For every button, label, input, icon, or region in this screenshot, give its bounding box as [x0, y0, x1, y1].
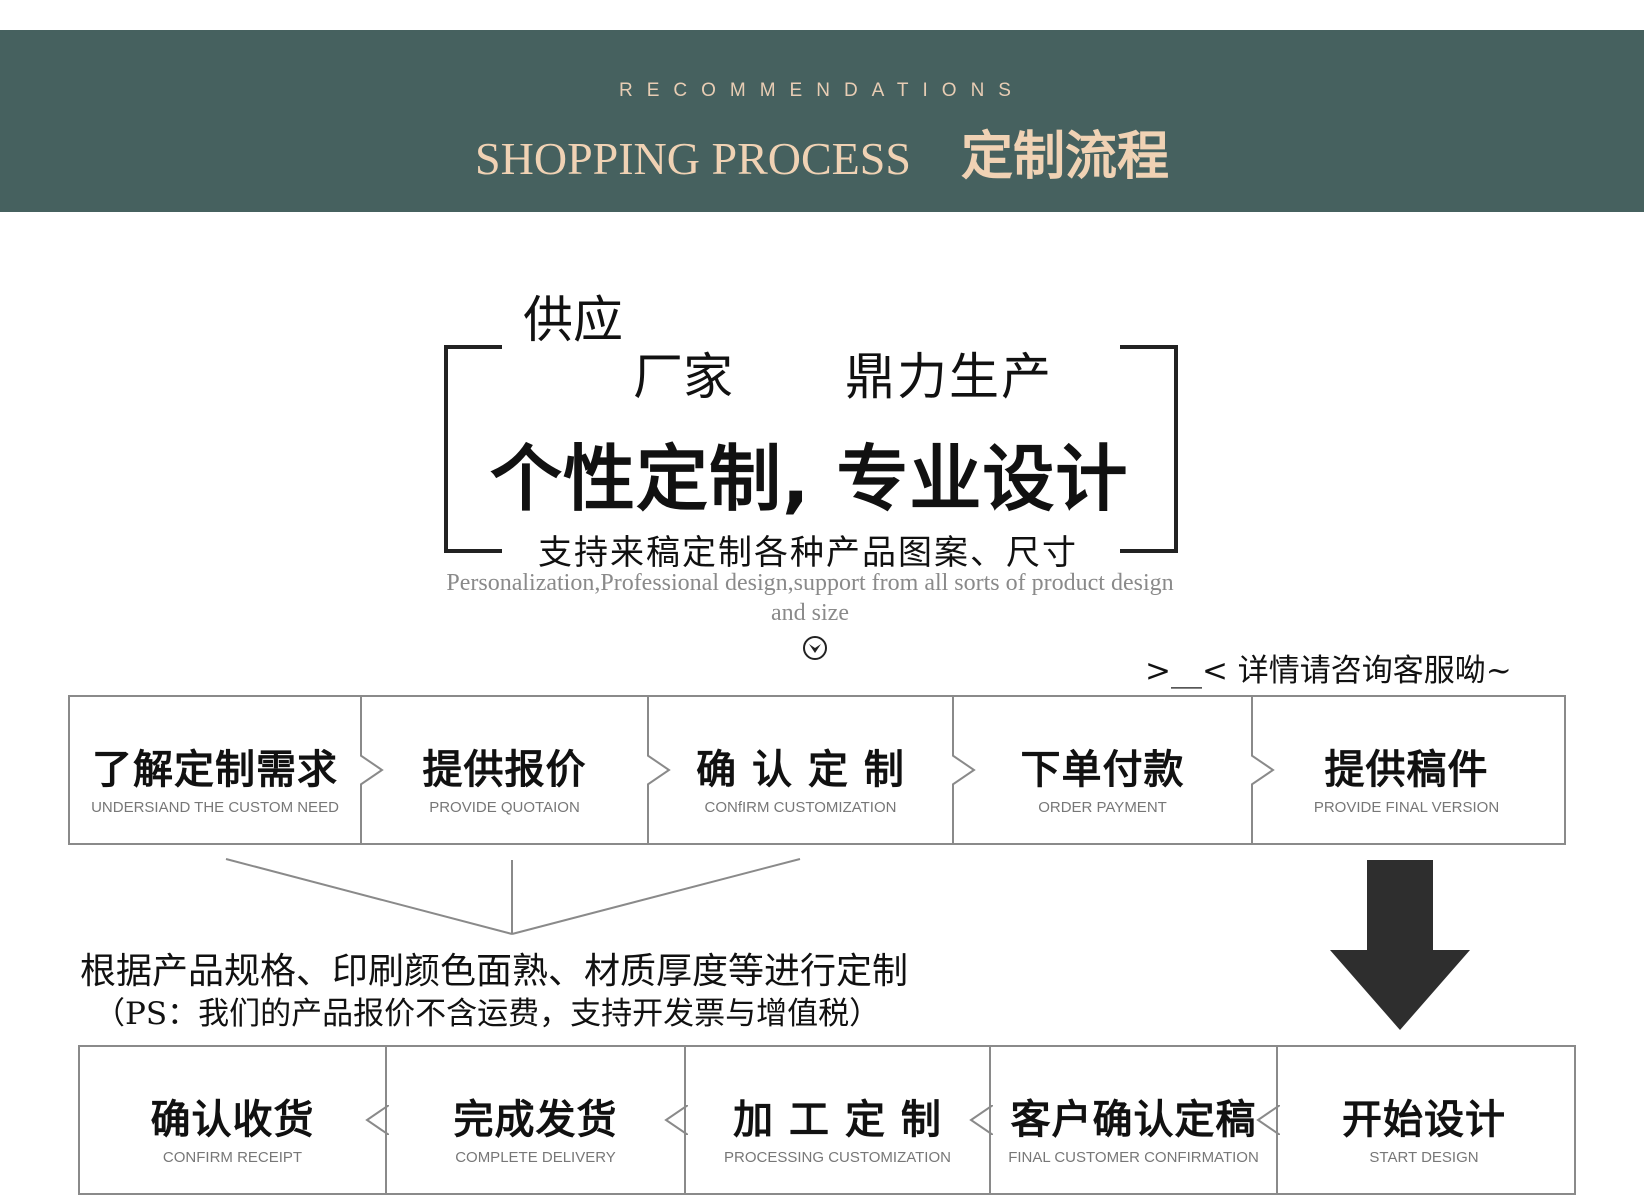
step-customer-confirmation: 客户确认定稿 FINAL CUSTOMER CONFIRMATION — [989, 1047, 1280, 1193]
chevron-right-icon — [1251, 755, 1275, 785]
chevron-right-icon — [647, 755, 671, 785]
chevron-down-circle-icon — [803, 636, 827, 660]
step-subtitle: PROVIDE QUOTAION — [429, 799, 580, 816]
title-en: SHOPPING PROCESS — [475, 133, 911, 184]
step-provide-quote: 提供报价 PROVIDE QUOTAION — [360, 697, 647, 843]
page-title: SHOPPING PROCESS 定制流程 — [0, 114, 1644, 189]
ps-note: （PS：我们的产品报价不含运费，支持开发票与增值税） — [94, 996, 881, 1032]
step-complete-delivery: 完成发货 COMPLETE DELIVERY — [385, 1047, 688, 1193]
step-subtitle: FINAL CUSTOMER CONFIRMATION — [1008, 1149, 1259, 1166]
step-order-payment: 下单付款 ORDER PAYMENT — [952, 697, 1251, 843]
headline: 个性定制, 专业设计 — [490, 437, 1129, 521]
step-subtitle: START DESIGN — [1369, 1149, 1479, 1166]
right-bracket — [1120, 345, 1178, 553]
step-title: 确认收货 — [150, 1097, 315, 1143]
supply-text-c: 鼎力生产 — [845, 348, 1053, 406]
step-subtitle: ORDER PAYMENT — [1038, 799, 1167, 816]
consult-text: >__< 详情请咨询客服呦~ — [1145, 653, 1512, 689]
step-subtitle: CONfIRM CUSTOMIZATION — [704, 799, 897, 816]
steps-row-top: 了解定制需求 UNDERSIAND THE CUSTOM NEED 提供报价 P… — [68, 695, 1566, 845]
supply-text-b: 厂家 — [633, 348, 733, 406]
arrow-down-icon — [1330, 860, 1470, 1030]
step-title: 提供报价 — [422, 747, 587, 793]
step-title: 确 认 定 制 — [696, 747, 905, 793]
step-title: 提供稿件 — [1324, 747, 1489, 793]
step-confirm-receipt: 确认收货 CONFIRM RECEIPT — [80, 1047, 389, 1193]
step-title: 下单付款 — [1020, 747, 1185, 793]
funnel-connector-icon — [225, 858, 801, 935]
support-text-en: Personalization,Professional design,supp… — [446, 570, 1174, 626]
step-subtitle: CONFIRM RECEIPT — [162, 1149, 303, 1166]
customization-note: 根据产品规格、印刷颜色面熟、材质厚度等进行定制 — [80, 951, 909, 992]
step-subtitle: PROCESSING CUSTOMIZATION — [724, 1149, 951, 1166]
chevron-right-icon — [360, 755, 384, 785]
title-cn: 定制流程 — [960, 127, 1169, 187]
step-understand-need: 了解定制需求 UNDERSIAND THE CUSTOM NEED — [70, 697, 360, 843]
step-title: 加 工 定 制 — [733, 1097, 942, 1143]
step-title: 开始设计 — [1342, 1097, 1506, 1143]
chevron-right-icon — [952, 755, 976, 785]
header-banner: RECOMMENDATIONS SHOPPING PROCESS 定制流程 — [0, 30, 1644, 212]
step-subtitle: UNDERSIAND THE CUSTOM NEED — [91, 799, 339, 816]
step-title: 客户确认定稿 — [1010, 1097, 1257, 1143]
step-provide-final-version: 提供稿件 PROVIDE FINAL VERSION — [1251, 697, 1560, 843]
step-title: 了解定制需求 — [92, 747, 338, 793]
support-text-cn: 支持来稿定制各种产品图案、尺寸 — [538, 533, 1078, 573]
step-start-design: 开始设计 START DESIGN — [1276, 1047, 1570, 1193]
step-subtitle: COMPLETE DELIVERY — [455, 1149, 616, 1166]
step-subtitle: PROVIDE FINAL VERSION — [1313, 799, 1500, 816]
step-confirm-customization: 确 认 定 制 CONfIRM CUSTOMIZATION — [647, 697, 952, 843]
header-eyebrow: RECOMMENDATIONS — [619, 80, 1025, 101]
supply-text-a: 供应 — [523, 291, 623, 349]
steps-row-bottom: 确认收货 CONFIRM RECEIPT 完成发货 COMPLETE DELIV… — [78, 1045, 1576, 1195]
step-processing: 加 工 定 制 PROCESSING CUSTOMIZATION — [684, 1047, 993, 1193]
step-title: 完成发货 — [453, 1097, 618, 1143]
